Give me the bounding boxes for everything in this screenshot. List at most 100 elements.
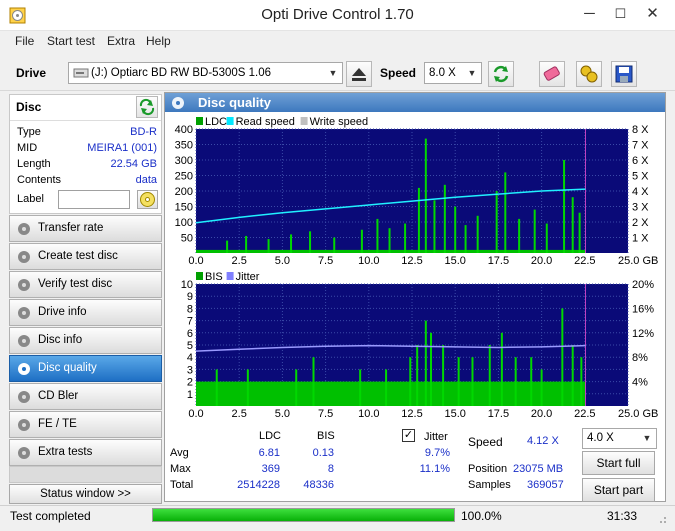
y-tick-label: 5 xyxy=(187,340,193,352)
stats-avg-bis: 0.13 xyxy=(312,447,334,459)
stats-jitter-header: Jitter xyxy=(424,431,448,443)
legend-label: LDC xyxy=(205,116,227,128)
x-tick-label: 10.0 xyxy=(358,408,379,420)
nav-disc-quality-button[interactable]: Disc quality xyxy=(9,355,162,382)
test-speed-select[interactable]: 4.0 X ▼ xyxy=(582,428,657,449)
jitter-checkbox[interactable]: ✓ xyxy=(402,429,415,442)
menu-help[interactable]: Help xyxy=(146,34,171,48)
y2-tick-label: 4% xyxy=(632,377,648,389)
refresh-disc-button[interactable] xyxy=(136,96,158,118)
ldc-spike xyxy=(376,218,379,253)
disc-icon xyxy=(17,306,31,320)
nav-create-test-disc-button[interactable]: Create test disc xyxy=(9,243,162,270)
bis-spike xyxy=(416,345,419,406)
nav-label: Disc quality xyxy=(38,362,97,374)
bis-spike xyxy=(514,357,517,406)
erase-button[interactable] xyxy=(539,61,565,87)
drive-icon xyxy=(73,66,89,83)
disc-label-label: Label xyxy=(17,193,44,205)
speed-value: 8.0 X xyxy=(429,67,456,79)
position-label: Position xyxy=(468,463,508,475)
charts-area: 0.0 2.5 5.0 7.5 10.0 12.5 15.0 17.5 20.0 22.5 25.0… xyxy=(175,116,659,420)
samples-value: 369057 xyxy=(527,479,564,491)
x-tick-label: 5.0 xyxy=(275,255,290,267)
bis-spike xyxy=(571,345,574,406)
nav-cd-bler-button[interactable]: CD Bler xyxy=(9,383,162,410)
resize-grip-icon[interactable] xyxy=(655,512,667,524)
ldc-spike xyxy=(417,187,420,253)
y2-tick-label: 1 X xyxy=(632,233,649,245)
bis-spike xyxy=(385,369,388,406)
disc-label-button[interactable] xyxy=(137,190,158,209)
nav-fe-te-button[interactable]: FE / TE xyxy=(9,411,162,438)
x-tick-label: 15.0 xyxy=(444,255,465,267)
disc-label-input[interactable] xyxy=(58,190,130,209)
speed-select[interactable]: 8.0 X ▼ xyxy=(424,62,482,84)
x-tick-label: 17.5 xyxy=(488,255,509,267)
stats-max-bis: 8 xyxy=(327,463,334,475)
disc-length-label: Length xyxy=(17,158,51,170)
disc-mid-label: MID xyxy=(17,142,38,154)
refresh-icon xyxy=(139,98,155,116)
ldc-spike xyxy=(563,160,566,253)
samples-label: Samples xyxy=(468,479,511,491)
bis-spike xyxy=(409,357,412,406)
ldc-spike xyxy=(226,240,229,253)
disc-contents-label: Contents xyxy=(17,174,62,186)
disc-quality-icon xyxy=(171,96,185,113)
y-tick-label: 250 xyxy=(175,171,193,183)
nav-extra-tests-button[interactable]: Extra tests xyxy=(9,439,162,466)
nav-label: Drive info xyxy=(38,306,87,318)
x-tick-label: 10.0 xyxy=(358,255,379,267)
status-window-button[interactable]: Status window >> xyxy=(9,484,162,504)
start-part-button[interactable]: Start part xyxy=(582,478,655,502)
y-tick-label: 9 xyxy=(187,291,193,303)
save-button[interactable] xyxy=(611,61,637,87)
tools-button[interactable] xyxy=(576,61,602,87)
disc-header: Disc xyxy=(16,100,42,114)
ldc-spike xyxy=(333,237,336,253)
x-tick-label: 17.5 xyxy=(488,408,509,420)
nav-transfer-rate-button[interactable]: Transfer rate xyxy=(9,215,162,242)
start-full-button[interactable]: Start full xyxy=(582,451,655,475)
nav-verify-test-disc-button[interactable]: Verify test disc xyxy=(9,271,162,298)
bis-spike xyxy=(246,369,249,406)
nav-drive-info-button[interactable]: Drive info xyxy=(9,299,162,326)
drive-select[interactable]: (J:) Optiarc BD RW BD-5300S 1.06 ▼ xyxy=(68,62,343,84)
panel-title: Disc quality xyxy=(198,95,271,110)
disc-mid-value: MEIRA1 (001) xyxy=(87,142,157,154)
x-tick-label: 20.0 xyxy=(531,255,552,267)
disc-icon xyxy=(17,418,31,432)
x-tick-label: 12.5 xyxy=(401,408,422,420)
y2-tick-label: 5 X xyxy=(632,171,649,183)
stats-bis-header: BIS xyxy=(317,430,335,442)
drive-value: (J:) Optiarc BD RW BD-5300S 1.06 xyxy=(91,67,272,79)
refresh-speed-button[interactable] xyxy=(488,61,514,87)
stats-total-bis: 48336 xyxy=(303,479,334,491)
bis-spike xyxy=(540,369,543,406)
legend-label: Write speed xyxy=(310,116,369,128)
nav-label: FE / TE xyxy=(38,418,77,430)
bis-spike xyxy=(500,332,503,406)
eject-icon xyxy=(352,68,366,81)
y2-tick-label: 7 X xyxy=(632,140,649,152)
menu-extra[interactable]: Extra xyxy=(107,34,135,48)
progress-fill xyxy=(153,509,454,521)
disc-icon xyxy=(17,446,31,460)
y-tick-label: 2 xyxy=(187,377,193,389)
bis-spike xyxy=(295,369,298,406)
nav-label: Verify test disc xyxy=(38,278,113,290)
ldc-spike xyxy=(245,235,248,253)
y2-tick-label: 12% xyxy=(632,328,654,340)
close-button[interactable]: ✕ xyxy=(630,0,675,30)
stats-avg-ldc: 6.81 xyxy=(258,447,280,459)
x-tick-label: 15.0 xyxy=(444,408,465,420)
eject-button[interactable] xyxy=(346,61,372,87)
chevron-down-icon: ▼ xyxy=(642,433,652,443)
menu-start-test[interactable]: Start test xyxy=(47,34,95,48)
nav-label: CD Bler xyxy=(38,390,79,402)
nav-disc-info-button[interactable]: Disc info xyxy=(9,327,162,354)
y-tick-label: 150 xyxy=(175,202,193,214)
y2-tick-label: 8 X xyxy=(632,124,649,136)
menu-file[interactable]: File xyxy=(15,34,34,48)
